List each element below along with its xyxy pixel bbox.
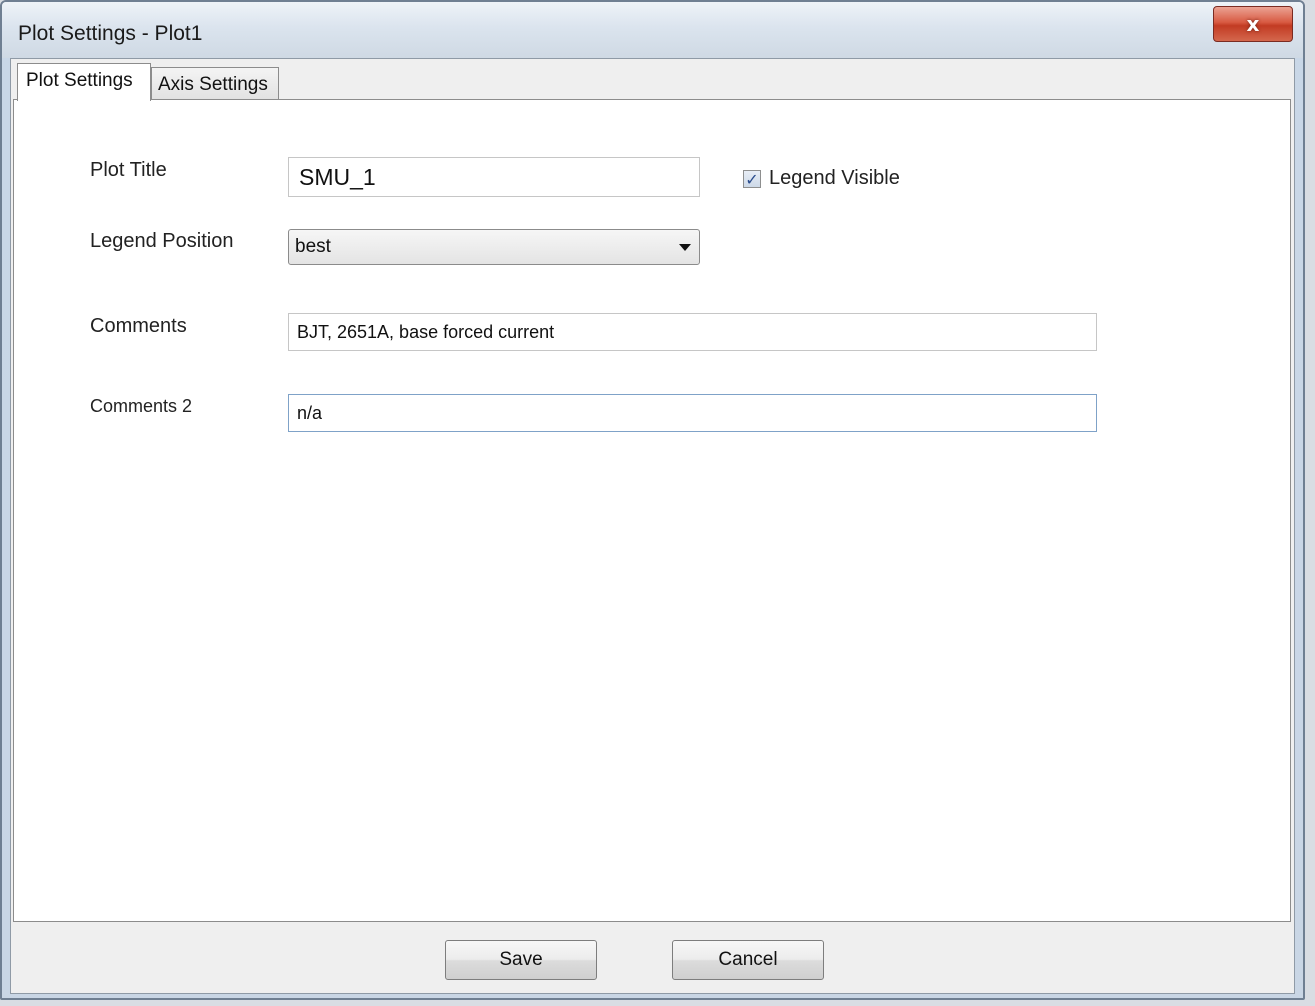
- comments-2-label: Comments 2: [90, 396, 193, 416]
- cancel-button[interactable]: Cancel: [672, 940, 824, 980]
- comments-value: BJT, 2651A, base forced current: [297, 321, 555, 342]
- tab-plot-settings-label: Plot Settings: [26, 70, 133, 91]
- tab-plot-settings[interactable]: Plot Settings: [17, 63, 151, 101]
- legend-position-label: Legend Position: [90, 230, 234, 252]
- legend-visible-label[interactable]: Legend Visible: [769, 167, 900, 190]
- comments-input[interactable]: BJT, 2651A, base forced current: [288, 313, 1097, 351]
- dialog-body: Plot Settings Axis Settings Plot Title S…: [10, 58, 1295, 994]
- plot-settings-window: Plot Settings - Plot1 x Plot Settings Ax…: [0, 0, 1305, 1000]
- tab-axis-settings-label: Axis Settings: [158, 74, 268, 95]
- cancel-button-label: Cancel: [718, 949, 778, 970]
- comments-label: Comments: [90, 315, 187, 337]
- title-bar[interactable]: Plot Settings - Plot1 x: [2, 2, 1303, 58]
- window-title: Plot Settings - Plot1: [18, 22, 203, 45]
- save-button-label: Save: [499, 949, 543, 970]
- chevron-down-icon: [679, 244, 691, 251]
- button-bar: Save Cancel: [11, 922, 1294, 993]
- checkmark-icon: ✓: [745, 169, 759, 189]
- plot-title-input[interactable]: SMU_1: [288, 157, 700, 197]
- tab-axis-settings[interactable]: Axis Settings: [151, 67, 279, 101]
- close-icon: x: [1246, 12, 1260, 36]
- plot-title-label: Plot Title: [90, 159, 167, 181]
- plot-settings-panel: Plot Title SMU_1 ✓ Legend Visible Legend…: [13, 99, 1291, 922]
- legend-position-select[interactable]: best: [288, 229, 700, 265]
- save-button[interactable]: Save: [445, 940, 597, 980]
- legend-visible-checkbox[interactable]: ✓: [743, 169, 761, 189]
- plot-title-value: SMU_1: [299, 163, 376, 190]
- comments-2-input[interactable]: n/a: [288, 394, 1097, 432]
- legend-position-value: best: [295, 236, 331, 257]
- comments-2-value: n/a: [297, 402, 323, 423]
- close-button[interactable]: x: [1213, 6, 1293, 42]
